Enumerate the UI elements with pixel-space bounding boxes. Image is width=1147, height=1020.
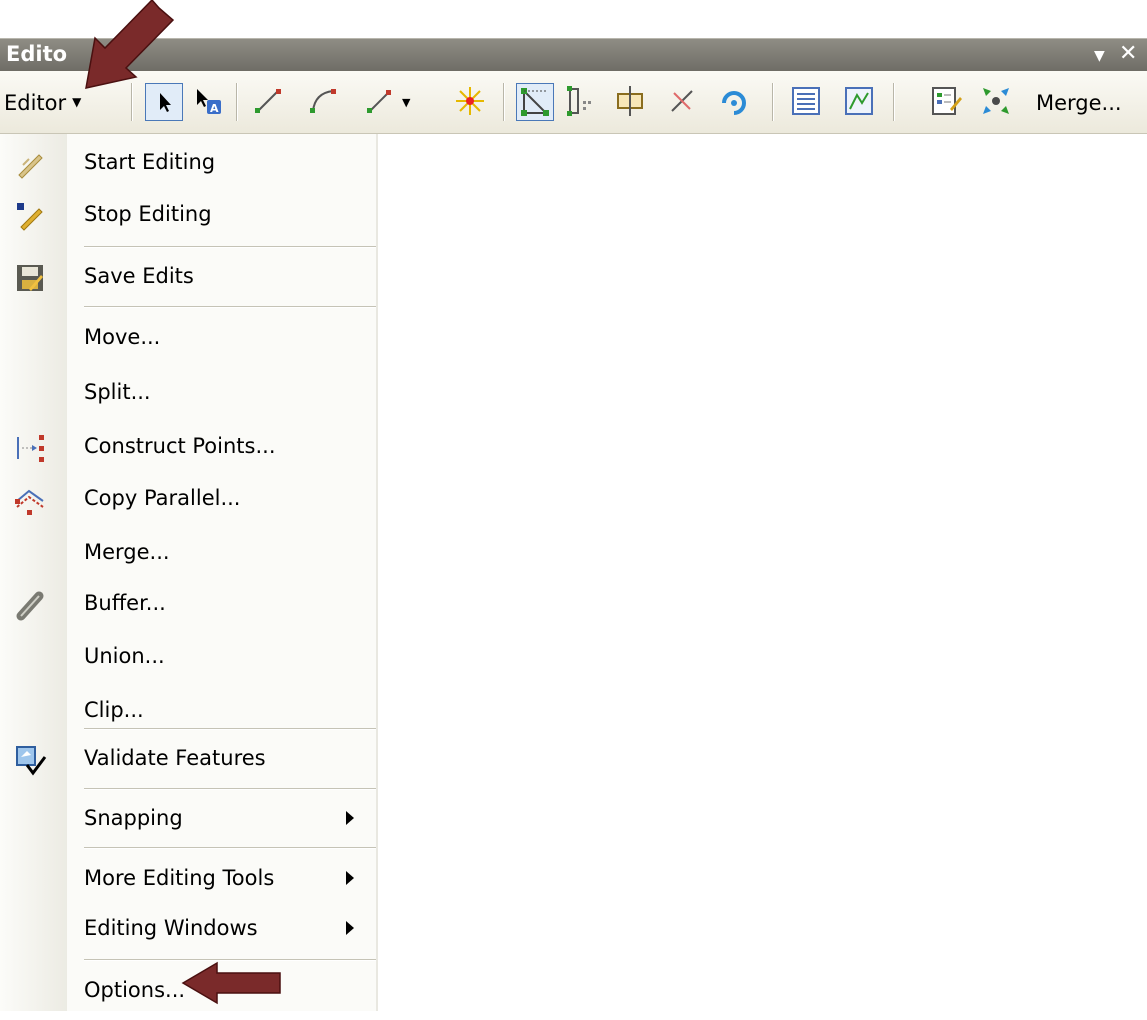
menu-item-save-edits[interactable]: Save Edits — [0, 250, 376, 306]
point-icon — [456, 87, 484, 115]
menu-separator — [84, 728, 376, 730]
submenu-arrow-icon — [346, 811, 354, 825]
menu-item-move[interactable]: Move... — [0, 311, 376, 367]
rotate-tool-icon — [722, 91, 746, 115]
window-menu-dropdown-icon[interactable]: ▼ — [1094, 48, 1105, 64]
menu-item-start-editing[interactable]: Start Editing — [0, 136, 376, 192]
end-point-arc-icon — [310, 89, 336, 113]
menu-item-copy-parallel[interactable]: Copy Parallel... — [0, 472, 376, 528]
straight-segment-button[interactable] — [250, 83, 288, 121]
menu-item-label: Split... — [84, 380, 151, 404]
start-editing-pencil-icon — [18, 154, 43, 179]
menu-separator — [84, 847, 376, 849]
toolbar-separator — [503, 83, 505, 121]
menu-item-label: Options... — [84, 978, 186, 1002]
split-tool-button[interactable] — [664, 83, 702, 121]
merge-button[interactable] — [978, 83, 1016, 121]
reshape-feature-button[interactable] — [562, 83, 600, 121]
menu-item-union[interactable]: Union... — [0, 630, 376, 686]
menu-separator — [84, 788, 376, 790]
save-edits-floppy-icon — [17, 265, 43, 291]
validate-features-icon — [16, 746, 47, 776]
menu-item-label: Validate Features — [84, 746, 266, 770]
callout-arrow-options — [181, 961, 281, 1005]
menu-item-label: Construct Points... — [84, 434, 276, 458]
menu-item-editing-windows[interactable]: Editing Windows — [0, 902, 376, 958]
menu-item-label: Editing Windows — [84, 916, 258, 940]
toolbar-separator — [772, 83, 774, 121]
editor-menu-label: Editor — [4, 91, 67, 115]
svg-text:A: A — [210, 102, 219, 115]
cut-polygons-icon — [617, 86, 643, 116]
trace-button[interactable] — [362, 83, 400, 121]
create-features-icon — [932, 87, 962, 115]
menu-item-more-editing-tools[interactable]: More Editing Tools — [0, 852, 376, 908]
attributes-button[interactable] — [788, 83, 826, 121]
toolbar-separator — [893, 83, 895, 121]
menu-item-construct-points[interactable]: Construct Points... — [0, 420, 376, 476]
create-features-button[interactable] — [928, 83, 966, 121]
menu-item-label: Snapping — [84, 806, 183, 830]
menu-item-label: Union... — [84, 644, 165, 668]
merge-icon — [983, 88, 1009, 114]
menu-item-label: Buffer... — [84, 591, 166, 615]
reshape-feature-icon — [567, 86, 591, 116]
menu-item-split[interactable]: Split... — [0, 366, 376, 422]
point-tool-button[interactable] — [452, 83, 490, 121]
menu-separator — [84, 246, 376, 248]
menu-item-buffer[interactable]: Buffer... — [0, 577, 376, 633]
rotate-tool-button[interactable] — [716, 83, 754, 121]
cut-polygons-button[interactable] — [612, 83, 650, 121]
split-tool-icon — [671, 90, 693, 112]
menu-shadow-edge — [376, 134, 378, 1011]
menu-item-label: Stop Editing — [84, 202, 212, 226]
submenu-arrow-icon — [346, 921, 354, 935]
edit-vertices-button[interactable] — [516, 83, 554, 121]
copy-parallel-icon — [15, 489, 44, 515]
menu-separator — [84, 306, 376, 308]
menu-item-label: Move... — [84, 325, 161, 349]
menu-item-label: Clip... — [84, 698, 144, 722]
sketch-properties-icon — [845, 87, 873, 115]
arc-segment-button[interactable] — [305, 83, 343, 121]
menu-item-label: Merge... — [84, 540, 170, 564]
chevron-down-icon[interactable]: ▼ — [402, 96, 410, 109]
sketch-properties-button[interactable] — [841, 83, 879, 121]
edit-annotation-tool-button[interactable]: A — [189, 83, 227, 121]
edit-annotation-tool-icon: A — [197, 89, 221, 115]
toolbar-separator — [236, 83, 238, 121]
callout-arrow-editor — [85, 0, 175, 89]
edit-vertices-icon — [521, 88, 549, 116]
close-icon[interactable]: ✕ — [1119, 41, 1137, 66]
merge-button-label[interactable]: Merge... — [1036, 85, 1122, 121]
attributes-icon — [792, 87, 820, 115]
menu-item-snapping[interactable]: Snapping — [0, 792, 376, 848]
menu-item-label: Copy Parallel... — [84, 486, 241, 510]
editor-menu-button[interactable]: Editor ▼ — [4, 85, 81, 121]
menu-item-label: Save Edits — [84, 264, 194, 288]
window-title: Edito — [6, 42, 68, 66]
construct-points-icon — [17, 435, 44, 462]
straight-segment-icon — [255, 89, 281, 113]
menu-item-validate-features[interactable]: Validate Features — [0, 732, 376, 788]
menu-item-merge[interactable]: Merge... — [0, 526, 376, 582]
menu-item-label: More Editing Tools — [84, 866, 275, 890]
editor-dropdown-menu: Start Editing Stop Editing Save Edits Mo… — [0, 134, 378, 1011]
submenu-arrow-icon — [346, 871, 354, 885]
buffer-icon — [16, 591, 44, 621]
menu-item-label: Start Editing — [84, 150, 216, 174]
trace-icon — [367, 90, 391, 113]
menu-item-stop-editing[interactable]: Stop Editing — [0, 188, 376, 244]
stop-editing-pencil-icon — [17, 203, 43, 231]
